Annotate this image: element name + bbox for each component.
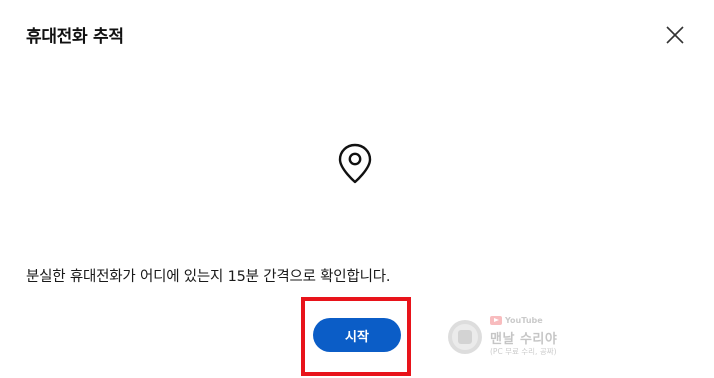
dialog-title: 휴대전화 추적 — [26, 27, 124, 47]
close-icon — [666, 26, 684, 44]
start-button[interactable]: 시작 — [313, 318, 401, 352]
watermark: YouTube 맨날 수리야 (PC 무료 수리, 공짜) — [446, 314, 576, 360]
watermark-youtube-label: YouTube — [505, 316, 543, 325]
watermark-main-text: 맨날 수리야 — [490, 332, 558, 347]
watermark-youtube: YouTube — [490, 316, 543, 325]
close-button[interactable] — [662, 22, 688, 48]
youtube-icon — [490, 316, 502, 325]
watermark-logo-icon — [448, 320, 482, 354]
location-pin-icon — [337, 143, 373, 185]
dialog-description: 분실한 휴대전화가 어디에 있는지 15분 간격으로 확인합니다. — [26, 269, 391, 285]
watermark-sub-text: (PC 무료 수리, 공짜) — [490, 347, 557, 356]
phone-tracking-dialog: 휴대전화 추적 분실한 휴대전화가 어디에 있는지 15분 간격으로 확인합니다… — [0, 0, 714, 378]
